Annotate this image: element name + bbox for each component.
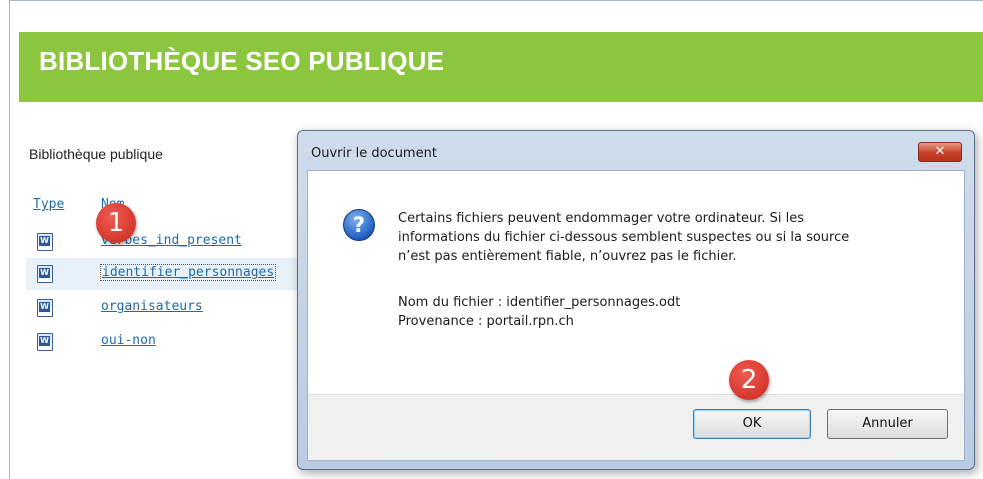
file-link[interactable]: identifier_personnages xyxy=(100,264,277,281)
ok-button[interactable]: OK xyxy=(693,409,811,439)
filename-line: Nom du fichier : identifier_personnages.… xyxy=(398,295,681,310)
file-link[interactable]: oui-non xyxy=(101,333,156,348)
question-icon: ? xyxy=(343,209,375,241)
dialog-title: Ouvrir le document xyxy=(311,146,437,161)
dialog-body xyxy=(307,170,965,394)
page-title: BIBLIOTHÈQUE SEO PUBLIQUE xyxy=(39,46,445,76)
word-doc-icon xyxy=(37,299,53,317)
file-link[interactable]: organisateurs xyxy=(101,299,203,314)
open-document-dialog: Ouvrir le document ✕ ? Certains fichiers… xyxy=(297,130,975,470)
word-doc-icon xyxy=(37,233,53,251)
close-button[interactable]: ✕ xyxy=(918,142,962,162)
step-badge-1: 1 xyxy=(96,203,136,243)
warning-message-line-1: Certains fichiers peuvent endommager vot… xyxy=(398,211,804,226)
column-header-type[interactable]: Type xyxy=(33,197,64,212)
cancel-button[interactable]: Annuler xyxy=(827,409,948,439)
step-badge-2: 2 xyxy=(729,360,769,400)
word-doc-icon xyxy=(37,333,53,351)
word-doc-icon xyxy=(37,265,53,283)
library-section-title: Bibliothèque publique xyxy=(29,146,163,162)
warning-message-line-2: informations du fichier ci-dessous sembl… xyxy=(398,230,850,245)
source-line: Provenance : portail.rpn.ch xyxy=(398,314,574,329)
warning-message-line-3: n’est pas entièrement fiable, n’ouvrez p… xyxy=(398,249,737,264)
